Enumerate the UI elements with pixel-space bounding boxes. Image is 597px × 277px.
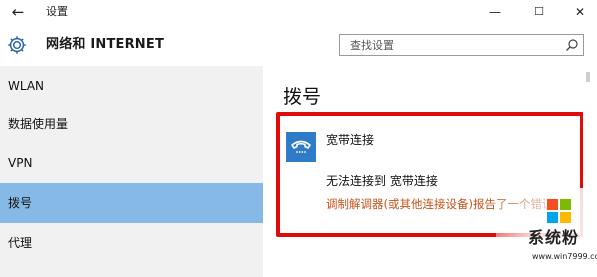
page-title: 网络和 INTERNET [46,37,165,52]
watermark: 系统粉 www.win7999.com [496,188,597,277]
sidebar-item-dialup[interactable]: 拨号 [0,183,263,223]
title-bar: ← 设置 — ☐ ✕ [0,0,597,24]
minimize-button[interactable]: — [478,0,512,24]
page-header: 网络和 INTERNET [0,24,597,66]
search-box[interactable] [339,34,584,56]
connection-name: 宽带连接 [326,133,375,147]
gear-icon [8,36,26,54]
phone-icon [286,132,316,162]
section-title: 拨号 [283,86,322,108]
windows-logo-icon [547,199,571,223]
sidebar-item-wlan[interactable]: WLAN [0,66,263,106]
connection-status: 无法连接到 宽带连接 [326,174,438,188]
maximize-button[interactable]: ☐ [522,0,556,24]
sidebar-item-proxy[interactable]: 代理 [0,223,263,263]
watermark-url: www.win7999.com [532,252,597,261]
search-icon[interactable] [565,38,579,52]
scroll-thumb[interactable] [586,72,590,82]
window-title: 设置 [46,5,68,18]
close-button[interactable]: ✕ [563,0,597,24]
sidebar-item-data-usage[interactable]: 数据使用量 [0,104,263,144]
search-input[interactable] [340,35,558,55]
sidebar: WLAN 数据使用量 VPN 拨号 代理 [0,66,263,277]
arrow-left-icon[interactable]: ← [8,2,28,22]
watermark-text: 系统粉 [528,228,580,247]
sidebar-item-vpn[interactable]: VPN [0,143,263,183]
